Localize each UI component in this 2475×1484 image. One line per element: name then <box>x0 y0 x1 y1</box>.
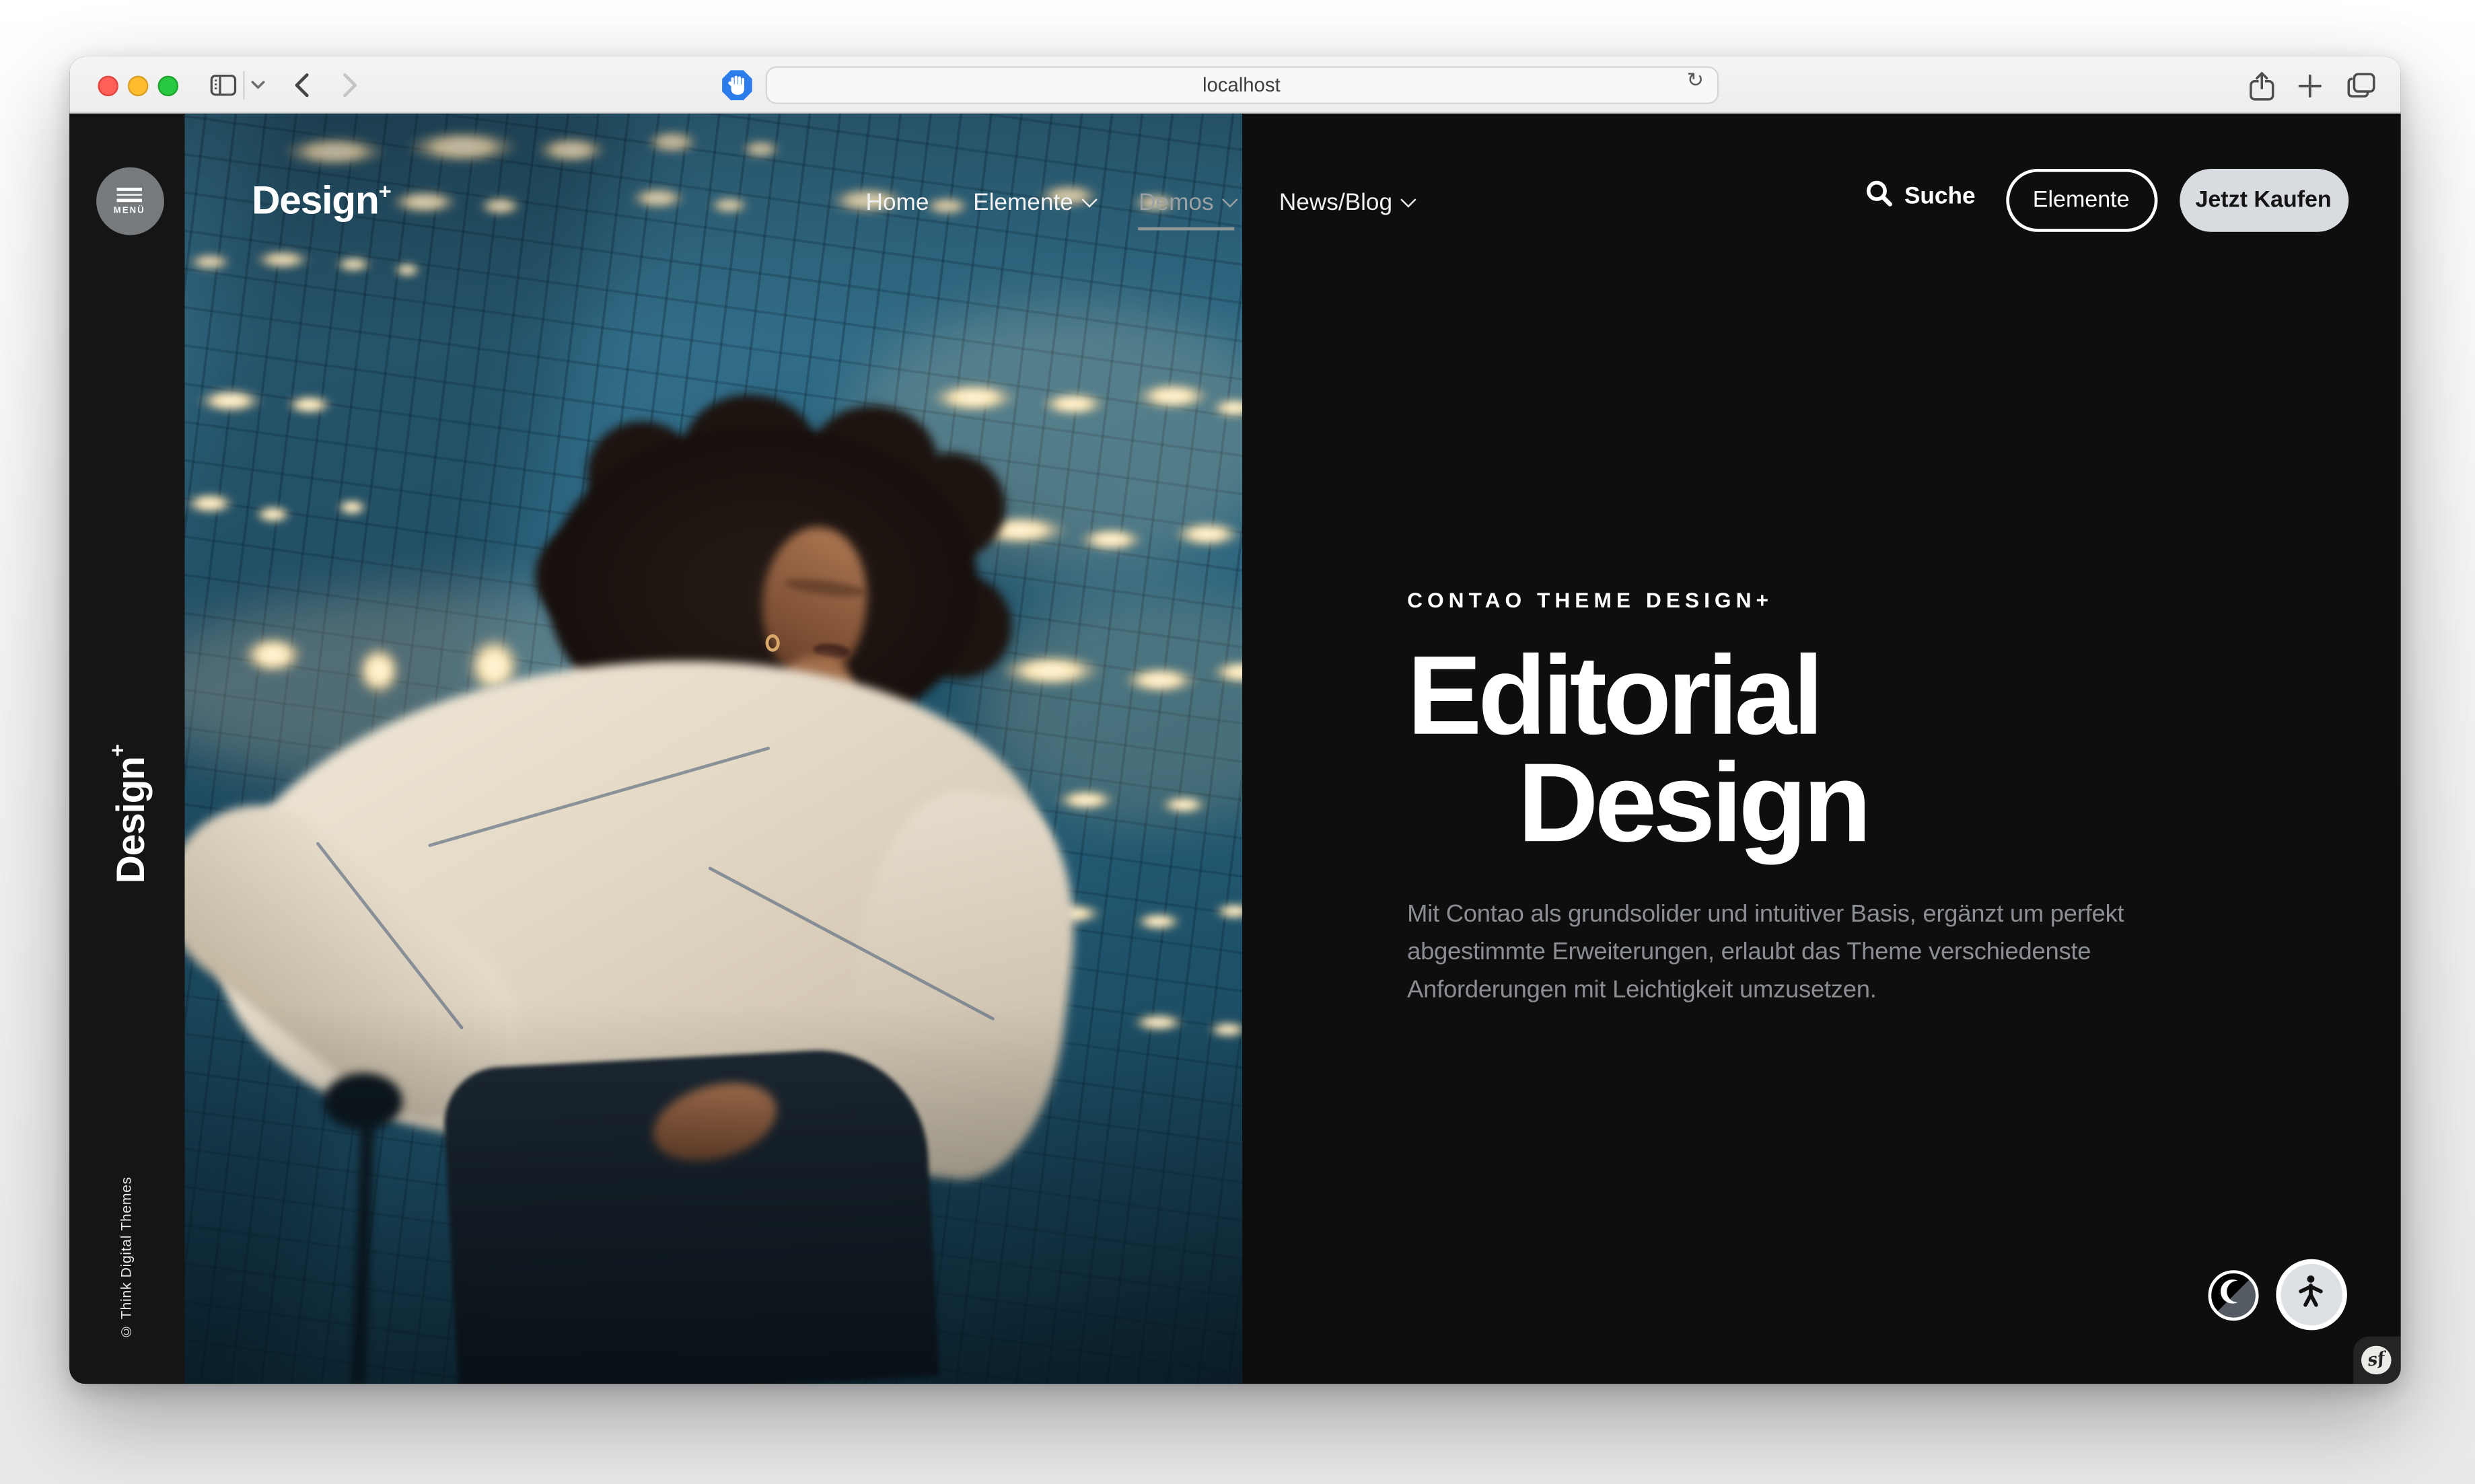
moon-icon <box>2218 1277 2248 1314</box>
tab-group-chevron-icon[interactable] <box>247 57 269 113</box>
elemente-button[interactable]: Elemente <box>2005 169 2157 232</box>
search-label: Suche <box>1904 183 1976 210</box>
close-window-button[interactable] <box>97 75 117 95</box>
copyright-text: © Think Digital Themes <box>118 1142 133 1339</box>
share-icon[interactable] <box>2244 57 2279 113</box>
hero-paragraph: Mit Contao als grundsolider und intuitiv… <box>1407 896 2165 1008</box>
safari-window: localhost ↻ <box>69 57 2400 1384</box>
minimize-window-button[interactable] <box>127 75 147 95</box>
main-nav: Home Elemente Demos News/Blog <box>866 183 1414 221</box>
accessibility-button[interactable] <box>2275 1259 2346 1331</box>
hero-eyebrow: CONTAO THEME DESIGN+ <box>1407 589 2165 612</box>
address-bar[interactable]: localhost ↻ <box>764 67 1718 104</box>
hero-photo <box>185 114 1243 1384</box>
reload-icon[interactable]: ↻ <box>1686 69 1704 93</box>
chevron-down-icon <box>1223 192 1238 207</box>
active-nav-underline <box>1139 227 1235 230</box>
webpage-content: MENÜ Design+ © Think Digital Themes Desi… <box>69 114 2400 1384</box>
tab-overview-icon[interactable] <box>2342 57 2379 113</box>
photo-vignette <box>185 114 1243 1384</box>
search-icon <box>1865 180 1892 213</box>
nav-item-elemente[interactable]: Elemente <box>973 188 1094 215</box>
nav-item-home[interactable]: Home <box>866 188 929 215</box>
left-rail: MENÜ Design+ © Think Digital Themes <box>69 114 185 1384</box>
browser-titlebar: localhost ↻ <box>69 57 2400 113</box>
forward-icon[interactable] <box>337 57 363 113</box>
hero-section: CONTAO THEME DESIGN+ Editorial Design Mi… <box>1407 589 2165 1009</box>
nav-item-news-blog[interactable]: News/Blog <box>1279 188 1414 215</box>
symfony-logo[interactable]: sf <box>2361 1345 2390 1374</box>
sidebar-icon[interactable] <box>205 57 242 113</box>
chevron-down-icon <box>1082 192 1097 207</box>
nav-item-demos[interactable]: Demos <box>1139 188 1235 215</box>
toolbar-divider <box>242 71 244 100</box>
new-tab-icon[interactable] <box>2293 57 2328 113</box>
nav-item-label: Elemente <box>973 188 1073 215</box>
screenshot: localhost ↻ <box>0 0 2475 1484</box>
nav-item-label: News/Blog <box>1279 188 1392 215</box>
search-button[interactable]: Suche <box>1865 180 1975 213</box>
nav-item-label: Demos <box>1139 188 1213 215</box>
symfony-profiler-badge: sf <box>2353 1336 2400 1384</box>
site-logo[interactable]: Design+ <box>252 178 391 225</box>
nav-item-label: Home <box>866 188 929 215</box>
dark-mode-toggle-button[interactable] <box>2207 1270 2258 1321</box>
back-icon[interactable] <box>288 57 314 113</box>
zoom-window-button[interactable] <box>157 75 177 95</box>
vertical-logo: Design+ <box>104 616 155 884</box>
buy-button[interactable]: Jetzt Kaufen <box>2179 169 2348 232</box>
hero-title-line1: Editorial <box>1407 644 2165 751</box>
content-blocker-shield-icon[interactable] <box>719 57 754 113</box>
address-bar-url: localhost <box>1203 74 1281 96</box>
site-header: Design+ Home Elemente Demos News/Blog Suche… <box>69 114 2400 287</box>
chevron-down-icon <box>1401 192 1416 207</box>
hero-title-line2: Design <box>1517 751 2165 859</box>
accessibility-icon <box>2292 1272 2330 1318</box>
